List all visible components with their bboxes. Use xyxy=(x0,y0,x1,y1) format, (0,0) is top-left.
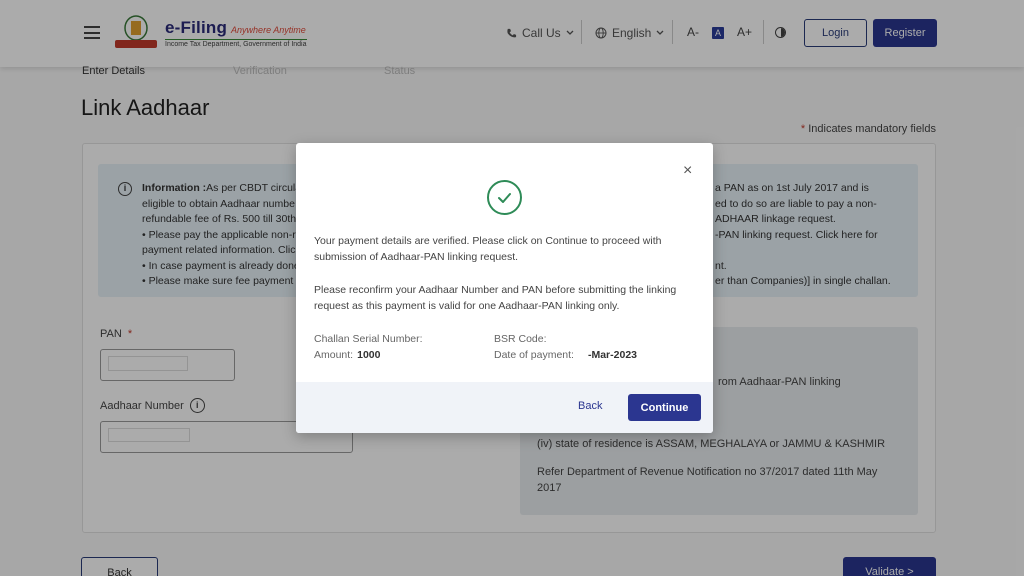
payment-verified-message: Your payment details are verified. Pleas… xyxy=(314,235,662,263)
date-of-payment: Date of payment: -Mar-2023 xyxy=(494,349,637,361)
modal-back-button[interactable]: Back xyxy=(578,400,602,412)
continue-button[interactable]: Continue xyxy=(628,394,701,421)
bsr-label: BSR Code: xyxy=(494,333,547,345)
challan-label: Challan Serial Number: xyxy=(314,333,423,345)
challan-serial-number: Challan Serial Number: xyxy=(314,333,423,345)
reconfirm-message: Please reconfirm your Aadhaar Number and… xyxy=(314,284,677,312)
close-icon[interactable]: × xyxy=(683,163,692,179)
amount-label: Amount: xyxy=(314,349,354,361)
bsr-code: BSR Code: xyxy=(494,333,547,345)
amount: Amount: 1000 xyxy=(314,349,380,361)
date-value: -Mar-2023 xyxy=(587,349,637,361)
success-check-icon xyxy=(487,180,522,215)
payment-verified-dialog: × Your payment details are verified. Ple… xyxy=(296,143,713,433)
date-label: Date of payment: xyxy=(494,349,574,361)
amount-value: 1000 xyxy=(357,349,381,361)
